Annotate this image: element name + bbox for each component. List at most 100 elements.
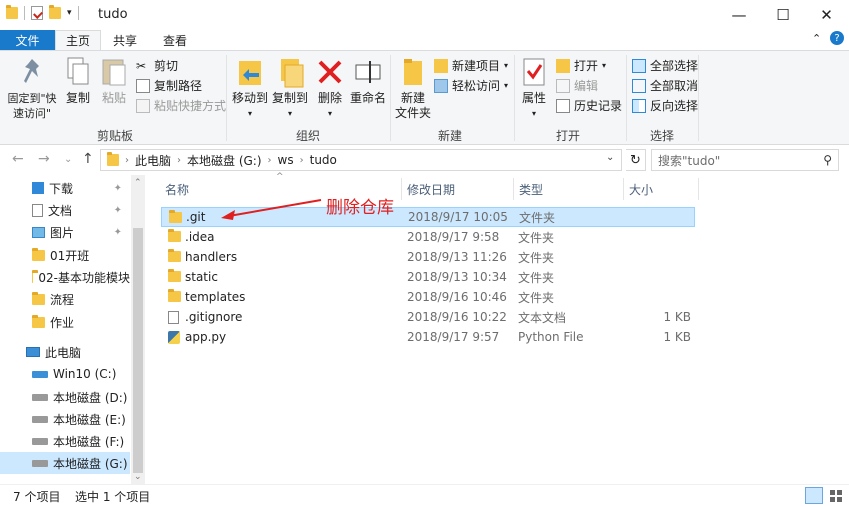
table-row[interactable]: static 2018/9/13 10:34 文件夹: [161, 267, 695, 287]
table-row[interactable]: app.py 2018/9/17 9:57 Python File 1 KB: [161, 327, 695, 347]
divider[interactable]: [698, 178, 699, 200]
chevron-right-icon[interactable]: ›: [300, 155, 304, 166]
sidebar-item-drive[interactable]: 本地磁盘 (D:): [0, 386, 130, 408]
move-to-button[interactable]: 移动到 ▾: [230, 55, 270, 121]
history-icon: [556, 98, 570, 113]
picture-icon: [32, 226, 45, 238]
chevron-down-icon[interactable]: ⌄: [606, 152, 614, 163]
copy-button[interactable]: 复制: [62, 55, 94, 106]
customize-qat-icon[interactable]: ▾: [67, 8, 72, 18]
tab-share[interactable]: 共享: [104, 30, 146, 50]
maximize-button[interactable]: ☐: [760, 0, 806, 30]
delete-button[interactable]: 删除 ▾: [314, 55, 346, 121]
scroll-down-icon[interactable]: ⌄: [134, 472, 142, 482]
address-input[interactable]: › 此电脑 › 本地磁盘 (G:) › ws › tudo: [100, 149, 622, 171]
column-header-size[interactable]: 大小: [629, 181, 653, 198]
divider[interactable]: [401, 178, 402, 200]
easy-access-button[interactable]: 轻松访问 ▾: [434, 77, 508, 94]
invert-selection-button[interactable]: 反向选择: [632, 97, 698, 114]
details-view-icon[interactable]: [805, 487, 823, 504]
sidebar-item-pictures[interactable]: 图片 ✦: [0, 221, 130, 243]
sidebar-item-drive[interactable]: 本地磁盘 (E:): [0, 408, 130, 430]
folder-icon: [168, 269, 181, 282]
sidebar-item-documents[interactable]: 文档 ✦: [0, 199, 130, 221]
column-header-type[interactable]: 类型: [519, 181, 543, 198]
large-icons-view-icon[interactable]: [827, 487, 845, 504]
select-all-button[interactable]: 全部选择: [632, 57, 698, 74]
scrollbar-thumb[interactable]: [133, 228, 143, 473]
table-row[interactable]: .gitignore 2018/9/16 10:22 文本文档 1 KB: [161, 307, 695, 327]
breadcrumb-item[interactable]: 此电脑: [135, 152, 171, 169]
copy-path-button[interactable]: 复制路径: [136, 77, 202, 94]
table-row[interactable]: templates 2018/9/16 10:46 文件夹: [161, 287, 695, 307]
search-icon[interactable]: ⚲: [823, 153, 832, 167]
chevron-up-icon[interactable]: ⌃: [812, 32, 821, 45]
help-icon[interactable]: ?: [830, 31, 844, 45]
column-header-name[interactable]: 名称: [165, 181, 189, 198]
recent-locations-icon[interactable]: ⌄: [64, 154, 72, 165]
breadcrumb-item[interactable]: ws: [278, 153, 294, 167]
paste-icon: [99, 55, 129, 89]
open-group-label: 打开: [555, 129, 580, 143]
table-row[interactable]: handlers 2018/9/13 11:26 文件夹: [161, 247, 695, 267]
new-folder-icon[interactable]: [49, 5, 61, 19]
breadcrumb-item[interactable]: tudo: [310, 153, 337, 167]
search-input[interactable]: 搜索"tudo" ⚲: [651, 149, 839, 171]
divider: [24, 6, 25, 20]
scroll-up-icon[interactable]: ⌃: [134, 178, 142, 188]
breadcrumb-item[interactable]: 本地磁盘 (G:): [187, 152, 262, 169]
refresh-icon[interactable]: ↻: [626, 149, 646, 171]
chevron-right-icon[interactable]: ›: [125, 155, 129, 166]
pin-icon[interactable]: ✦: [114, 205, 122, 216]
open-button[interactable]: 打开 ▾: [556, 57, 606, 74]
delete-label: 删除: [317, 91, 342, 105]
open-icon: [556, 58, 570, 73]
back-icon[interactable]: ←: [12, 151, 24, 167]
drive-icon: [32, 393, 48, 401]
cut-button[interactable]: ✂ 剪切: [136, 57, 178, 74]
sidebar-item-drive[interactable]: 本地磁盘 (F:): [0, 430, 130, 452]
paste-shortcut-button[interactable]: 粘贴快捷方式: [136, 97, 226, 114]
properties-icon[interactable]: [31, 6, 43, 20]
folder-icon: [32, 269, 41, 283]
new-folder-button[interactable]: 新建 文件夹: [394, 55, 432, 121]
tab-home[interactable]: 主页: [55, 30, 101, 50]
tab-view[interactable]: 查看: [155, 30, 195, 50]
minimize-button[interactable]: —: [716, 0, 762, 30]
sidebar-item-folder[interactable]: 01开班: [0, 244, 130, 266]
tab-file[interactable]: 文件: [0, 30, 55, 50]
divider[interactable]: [513, 178, 514, 200]
sidebar-item-downloads[interactable]: 下载 ✦: [0, 177, 130, 199]
new-item-icon: [434, 58, 448, 73]
select-none-button[interactable]: 全部取消: [632, 77, 698, 94]
file-modified: 2018/9/17 9:57: [407, 330, 500, 344]
chevron-right-icon[interactable]: ›: [268, 155, 272, 166]
close-button[interactable]: ✕: [804, 0, 849, 30]
paste-button[interactable]: 粘贴: [98, 55, 130, 106]
pin-to-quick-access-button[interactable]: 固定到"快速访问": [6, 55, 58, 121]
pin-icon[interactable]: ✦: [114, 227, 122, 238]
sidebar-item-folder[interactable]: 02-基本功能模块: [0, 266, 130, 288]
properties-button[interactable]: 属性 ▾: [518, 55, 550, 121]
sidebar-item-drive[interactable]: Win10 (C:): [0, 363, 130, 385]
new-item-button[interactable]: 新建项目 ▾: [434, 57, 508, 74]
table-row[interactable]: .idea 2018/9/17 9:58 文件夹: [161, 227, 695, 247]
history-button[interactable]: 历史记录: [556, 97, 622, 114]
pin-icon[interactable]: ✦: [114, 183, 122, 194]
up-icon[interactable]: ↑: [82, 151, 94, 167]
copy-to-icon: [275, 55, 305, 89]
sidebar-item-drive-selected[interactable]: 本地磁盘 (G:): [0, 452, 130, 474]
edit-button[interactable]: 编辑: [556, 77, 598, 94]
sidebar-item-this-pc[interactable]: 此电脑: [0, 341, 130, 363]
forward-icon[interactable]: →: [38, 151, 50, 167]
sidebar-item-folder[interactable]: 流程: [0, 288, 130, 310]
sidebar-item-label: 文档: [48, 203, 73, 218]
divider[interactable]: [623, 178, 624, 200]
rename-button[interactable]: 重命名: [348, 55, 388, 106]
copy-to-button[interactable]: 复制到 ▾: [270, 55, 310, 121]
select-all-label: 全部选择: [650, 59, 699, 73]
chevron-right-icon[interactable]: ›: [177, 155, 181, 166]
column-header-modified[interactable]: 修改日期: [407, 181, 455, 198]
file-type: 文件夹: [518, 290, 555, 305]
sidebar-item-folder[interactable]: 作业: [0, 311, 130, 333]
